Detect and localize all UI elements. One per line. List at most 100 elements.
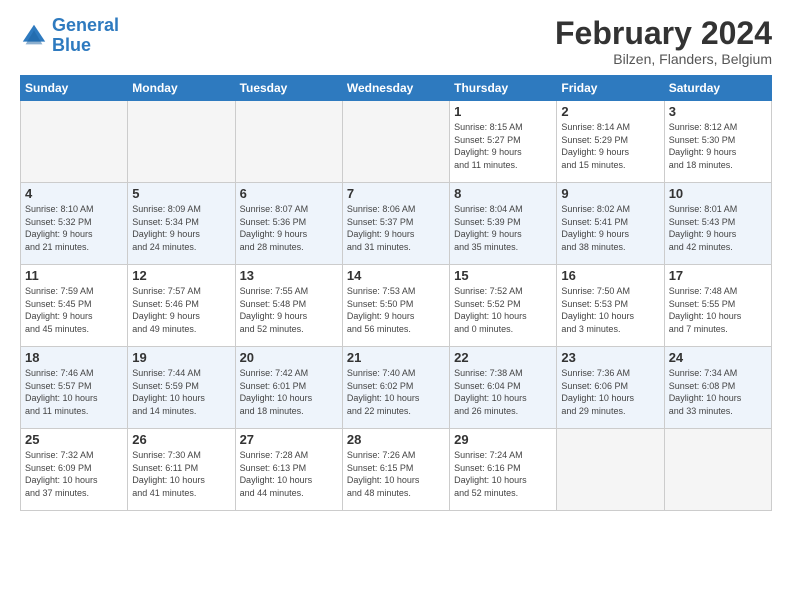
calendar-cell: 5Sunrise: 8:09 AM Sunset: 5:34 PM Daylig… [128, 183, 235, 265]
calendar-cell: 29 Sunrise: 7:24 AM Sunset: 6:16 PM Dayli… [450, 429, 557, 511]
day-number: 17 [669, 268, 767, 283]
day-info: Sunrise: 7:57 AM Sunset: 5:46 PM Dayligh… [132, 285, 230, 335]
day-info: Sunrise: 7:30 AM Sunset: 6:11 PM Dayligh… [132, 449, 230, 499]
calendar-cell: 20 Sunrise: 7:42 AM Sunset: 6:01 PM Dayli… [235, 347, 342, 429]
location-label: Bilzen, Flanders, Belgium [555, 51, 772, 67]
logo: General Blue [20, 16, 119, 56]
calendar-cell [557, 429, 664, 511]
day-number: 22 [454, 350, 552, 365]
day-number: 21 [347, 350, 445, 365]
day-number: 15 [454, 268, 552, 283]
day-info: Sunrise: 7:50 AM Sunset: 5:53 PM Dayligh… [561, 285, 659, 335]
calendar-cell: 23 Sunrise: 7:36 AM Sunset: 6:06 PM Dayli… [557, 347, 664, 429]
day-info: Sunrise: 8:02 AM Sunset: 5:41 PM Dayligh… [561, 203, 659, 253]
col-header-sunday: Sunday [21, 76, 128, 101]
calendar-cell [342, 101, 449, 183]
calendar-cell: 27 Sunrise: 7:28 AM Sunset: 6:13 PM Dayli… [235, 429, 342, 511]
calendar-cell [664, 429, 771, 511]
calendar-cell: 2 Sunrise: 8:14 AM Sunset: 5:29 PM Daylig… [557, 101, 664, 183]
calendar-cell: 14 Sunrise: 7:53 AM Sunset: 5:50 PM Dayli… [342, 265, 449, 347]
title-block: February 2024 Bilzen, Flanders, Belgium [555, 16, 772, 67]
day-info: Sunrise: 8:01 AM Sunset: 5:43 PM Dayligh… [669, 203, 767, 253]
day-number: 9 [561, 186, 659, 201]
day-number: 1 [454, 104, 552, 119]
calendar-cell: 4Sunrise: 8:10 AM Sunset: 5:32 PM Daylig… [21, 183, 128, 265]
day-number: 28 [347, 432, 445, 447]
day-info: Sunrise: 7:24 AM Sunset: 6:16 PM Dayligh… [454, 449, 552, 499]
day-info: Sunrise: 7:59 AM Sunset: 5:45 PM Dayligh… [25, 285, 123, 335]
col-header-tuesday: Tuesday [235, 76, 342, 101]
col-header-saturday: Saturday [664, 76, 771, 101]
day-number: 4 [25, 186, 123, 201]
day-number: 27 [240, 432, 338, 447]
day-number: 8 [454, 186, 552, 201]
calendar-cell: 16Sunrise: 7:50 AM Sunset: 5:53 PM Dayli… [557, 265, 664, 347]
calendar-cell: 6Sunrise: 8:07 AM Sunset: 5:36 PM Daylig… [235, 183, 342, 265]
calendar-week-row: 25Sunrise: 7:32 AM Sunset: 6:09 PM Dayli… [21, 429, 772, 511]
calendar-cell: 21Sunrise: 7:40 AM Sunset: 6:02 PM Dayli… [342, 347, 449, 429]
calendar-header-row: SundayMondayTuesdayWednesdayThursdayFrid… [21, 76, 772, 101]
calendar-week-row: 18 Sunrise: 7:46 AM Sunset: 5:57 PM Dayli… [21, 347, 772, 429]
header: General Blue February 2024 Bilzen, Fland… [20, 16, 772, 67]
month-year-title: February 2024 [555, 16, 772, 51]
day-number: 23 [561, 350, 659, 365]
day-number: 2 [561, 104, 659, 119]
col-header-wednesday: Wednesday [342, 76, 449, 101]
day-info: Sunrise: 8:12 AM Sunset: 5:30 PM Dayligh… [669, 121, 767, 171]
calendar-cell: 13Sunrise: 7:55 AM Sunset: 5:48 PM Dayli… [235, 265, 342, 347]
day-number: 14 [347, 268, 445, 283]
calendar-week-row: 11 Sunrise: 7:59 AM Sunset: 5:45 PM Dayli… [21, 265, 772, 347]
calendar-cell: 1 Sunrise: 8:15 AM Sunset: 5:27 PM Daylig… [450, 101, 557, 183]
day-info: Sunrise: 7:28 AM Sunset: 6:13 PM Dayligh… [240, 449, 338, 499]
day-info: Sunrise: 8:15 AM Sunset: 5:27 PM Dayligh… [454, 121, 552, 171]
logo-text: General Blue [52, 16, 119, 56]
calendar-cell: 26 Sunrise: 7:30 AM Sunset: 6:11 PM Dayli… [128, 429, 235, 511]
calendar-week-row: 4Sunrise: 8:10 AM Sunset: 5:32 PM Daylig… [21, 183, 772, 265]
page: General Blue February 2024 Bilzen, Fland… [0, 0, 792, 612]
day-info: Sunrise: 7:38 AM Sunset: 6:04 PM Dayligh… [454, 367, 552, 417]
day-number: 29 [454, 432, 552, 447]
day-number: 12 [132, 268, 230, 283]
calendar-cell: 7 Sunrise: 8:06 AM Sunset: 5:37 PM Daylig… [342, 183, 449, 265]
day-info: Sunrise: 7:26 AM Sunset: 6:15 PM Dayligh… [347, 449, 445, 499]
day-info: Sunrise: 7:46 AM Sunset: 5:57 PM Dayligh… [25, 367, 123, 417]
day-info: Sunrise: 7:34 AM Sunset: 6:08 PM Dayligh… [669, 367, 767, 417]
calendar-cell [21, 101, 128, 183]
day-info: Sunrise: 8:06 AM Sunset: 5:37 PM Dayligh… [347, 203, 445, 253]
day-info: Sunrise: 7:55 AM Sunset: 5:48 PM Dayligh… [240, 285, 338, 335]
calendar-week-row: 1 Sunrise: 8:15 AM Sunset: 5:27 PM Daylig… [21, 101, 772, 183]
calendar-cell [235, 101, 342, 183]
calendar-cell: 28 Sunrise: 7:26 AM Sunset: 6:15 PM Dayli… [342, 429, 449, 511]
calendar-cell: 3Sunrise: 8:12 AM Sunset: 5:30 PM Daylig… [664, 101, 771, 183]
calendar-cell: 15Sunrise: 7:52 AM Sunset: 5:52 PM Dayli… [450, 265, 557, 347]
day-number: 26 [132, 432, 230, 447]
day-number: 10 [669, 186, 767, 201]
day-number: 11 [25, 268, 123, 283]
calendar-cell: 12 Sunrise: 7:57 AM Sunset: 5:46 PM Dayli… [128, 265, 235, 347]
calendar-cell [128, 101, 235, 183]
col-header-monday: Monday [128, 76, 235, 101]
col-header-friday: Friday [557, 76, 664, 101]
day-info: Sunrise: 7:44 AM Sunset: 5:59 PM Dayligh… [132, 367, 230, 417]
logo-line1: General [52, 15, 119, 35]
day-number: 20 [240, 350, 338, 365]
day-info: Sunrise: 7:36 AM Sunset: 6:06 PM Dayligh… [561, 367, 659, 417]
day-info: Sunrise: 8:07 AM Sunset: 5:36 PM Dayligh… [240, 203, 338, 253]
logo-icon [20, 22, 48, 50]
calendar-cell: 24Sunrise: 7:34 AM Sunset: 6:08 PM Dayli… [664, 347, 771, 429]
col-header-thursday: Thursday [450, 76, 557, 101]
calendar-cell: 18 Sunrise: 7:46 AM Sunset: 5:57 PM Dayli… [21, 347, 128, 429]
day-info: Sunrise: 8:14 AM Sunset: 5:29 PM Dayligh… [561, 121, 659, 171]
logo-line2: Blue [52, 35, 91, 55]
day-number: 19 [132, 350, 230, 365]
day-info: Sunrise: 8:04 AM Sunset: 5:39 PM Dayligh… [454, 203, 552, 253]
calendar-cell: 9 Sunrise: 8:02 AM Sunset: 5:41 PM Daylig… [557, 183, 664, 265]
calendar-cell: 10 Sunrise: 8:01 AM Sunset: 5:43 PM Dayli… [664, 183, 771, 265]
day-number: 25 [25, 432, 123, 447]
day-number: 18 [25, 350, 123, 365]
day-number: 7 [347, 186, 445, 201]
day-info: Sunrise: 7:53 AM Sunset: 5:50 PM Dayligh… [347, 285, 445, 335]
day-info: Sunrise: 8:09 AM Sunset: 5:34 PM Dayligh… [132, 203, 230, 253]
day-info: Sunrise: 7:42 AM Sunset: 6:01 PM Dayligh… [240, 367, 338, 417]
calendar-table: SundayMondayTuesdayWednesdayThursdayFrid… [20, 75, 772, 511]
